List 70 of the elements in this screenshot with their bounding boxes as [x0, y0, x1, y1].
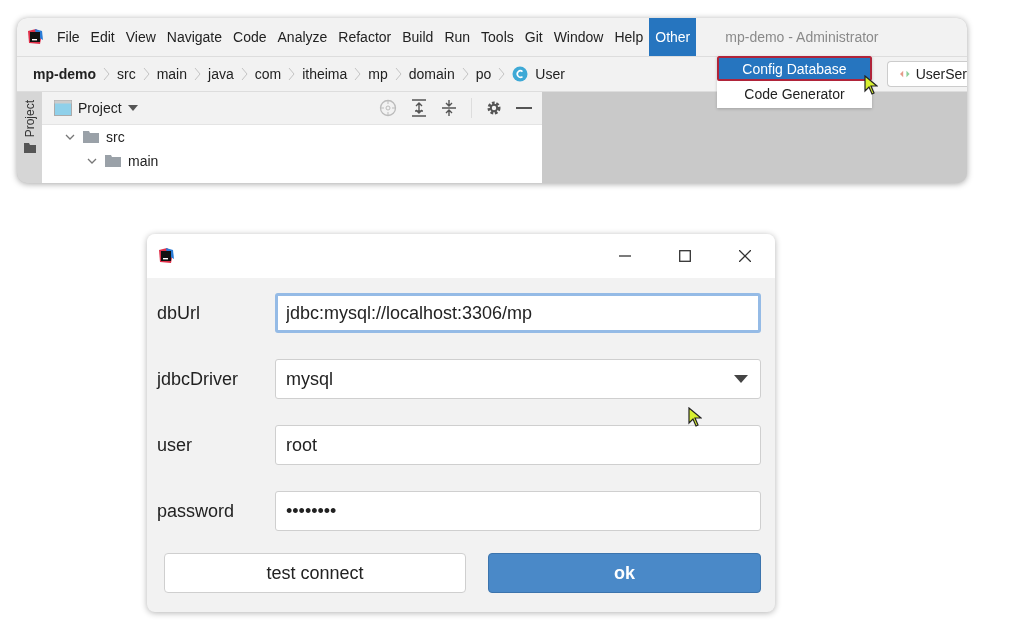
- editor-tab[interactable]: UserSer: [887, 61, 967, 87]
- settings-icon[interactable]: [486, 100, 502, 116]
- menu-item[interactable]: File: [52, 18, 85, 56]
- collapse-all-icon[interactable]: [441, 99, 457, 117]
- app-logo-icon: [157, 247, 175, 265]
- folder-icon: [23, 143, 36, 154]
- breadcrumb[interactable]: User: [535, 66, 565, 82]
- test-connect-button[interactable]: test connect: [164, 553, 466, 593]
- breadcrumb[interactable]: com: [254, 66, 282, 82]
- chevron-icon: [461, 66, 469, 82]
- caret-icon: [734, 375, 748, 383]
- class-icon: [512, 66, 529, 82]
- field-label: jdbcDriver: [157, 368, 240, 390]
- menu-item[interactable]: Build: [397, 18, 439, 56]
- menu-item[interactable]: Help: [609, 18, 649, 56]
- tool-window-button[interactable]: Project: [22, 100, 37, 138]
- menu-item[interactable]: Window: [548, 18, 609, 56]
- password-field[interactable]: ••••••••: [275, 491, 761, 531]
- minimize-icon: [619, 255, 631, 257]
- ok-button[interactable]: ok: [488, 553, 761, 593]
- field-label: user: [157, 434, 193, 456]
- dropdown-field[interactable]: mysql: [275, 359, 761, 399]
- minimize-icon[interactable]: [516, 106, 532, 110]
- text-field[interactable]: root: [275, 425, 761, 465]
- dropdown-value: mysql: [286, 368, 333, 390]
- tree-label: src: [106, 129, 125, 145]
- chevron-icon: [103, 66, 110, 82]
- chevron-icon: [240, 66, 248, 82]
- breadcrumb[interactable]: main: [156, 66, 188, 82]
- menu-item[interactable]: Navigate: [161, 18, 228, 56]
- expand-all-icon[interactable]: [411, 99, 427, 117]
- breadcrumb[interactable]: po: [475, 66, 492, 82]
- breadcrumb[interactable]: src: [117, 66, 136, 82]
- tree-item[interactable]: main: [42, 149, 542, 173]
- chevron-icon: [354, 66, 362, 82]
- field-label: dbUrl: [157, 302, 201, 324]
- panel-icon: [54, 100, 72, 116]
- menu-item[interactable]: Other: [649, 18, 697, 56]
- chevron-icon: [498, 66, 506, 82]
- folder-icon: [82, 130, 100, 144]
- chevron-icon: [394, 66, 402, 82]
- breadcrumb[interactable]: mp-demo: [33, 66, 96, 82]
- folder-icon: [104, 154, 122, 168]
- menu-item[interactable]: Refactor: [333, 18, 397, 56]
- menu-item[interactable]: Tools: [476, 18, 519, 56]
- chevron-icon: [288, 66, 296, 82]
- chevron-icon: [142, 66, 150, 82]
- app-logo-icon: [26, 28, 44, 46]
- menu-item[interactable]: Config Database: [717, 56, 872, 81]
- menu-item[interactable]: Git: [519, 18, 548, 56]
- breadcrumb[interactable]: domain: [408, 66, 455, 82]
- caret-icon: [127, 105, 138, 111]
- text-field[interactable]: jdbc:mysql://localhost:3306/mp: [275, 293, 761, 333]
- maximize-icon: [679, 250, 691, 262]
- breadcrumb[interactable]: java: [208, 66, 234, 82]
- interface-icon: [900, 69, 910, 79]
- menu-item[interactable]: View: [120, 18, 161, 56]
- menu-item[interactable]: Run: [439, 18, 476, 56]
- close-icon: [739, 250, 751, 262]
- menu-item[interactable]: Edit: [85, 18, 120, 56]
- menu-item[interactable]: Code: [228, 18, 272, 56]
- panel-title[interactable]: Project: [78, 100, 122, 116]
- window-title: mp-demo - Administrator: [725, 29, 879, 45]
- breadcrumb[interactable]: mp: [368, 66, 388, 82]
- menu-item[interactable]: Analyze: [272, 18, 333, 56]
- tree-label: main: [128, 153, 159, 169]
- field-label: password: [157, 500, 236, 522]
- breadcrumb[interactable]: itheima: [302, 66, 348, 82]
- tree-item[interactable]: src: [42, 125, 542, 149]
- chevron-icon: [194, 66, 202, 82]
